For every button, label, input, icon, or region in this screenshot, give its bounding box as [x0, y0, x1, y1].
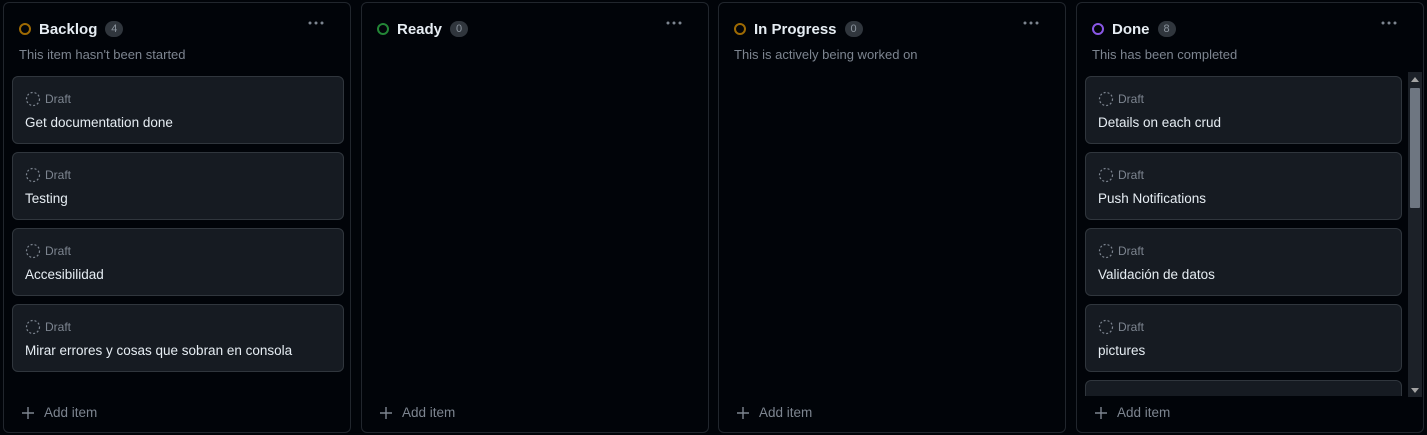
scroll-up-button[interactable]: [1408, 72, 1422, 86]
item-count-badge: 4: [105, 21, 124, 37]
add-item-label: Add item: [402, 405, 456, 420]
item-count-badge: 8: [1157, 21, 1176, 37]
kebab-horizontal-icon: [1381, 21, 1397, 25]
draft-card[interactable]: Draft Push Notifications: [1085, 152, 1402, 220]
draft-card[interactable]: Draft Accesibilidad: [12, 228, 344, 296]
draft-label: Draft: [45, 92, 72, 106]
add-item-button[interactable]: Add item: [21, 405, 97, 420]
card-title[interactable]: Testing: [25, 191, 68, 206]
card-title[interactable]: Validación de datos: [1098, 267, 1215, 282]
status-circle-icon: [734, 23, 746, 35]
add-item-label: Add item: [44, 405, 98, 420]
draft-label: Draft: [1118, 320, 1145, 334]
column-title: Done: [1112, 20, 1150, 38]
triangle-down-icon: [1411, 387, 1419, 393]
issue-draft-icon: [25, 319, 41, 335]
draft-label: Draft: [1118, 168, 1145, 182]
column-options-button[interactable]: [1377, 13, 1401, 33]
draft-label: Draft: [1118, 92, 1145, 106]
kebab-horizontal-icon: [308, 21, 324, 25]
item-count-badge: 0: [450, 21, 469, 37]
draft-card-partial[interactable]: [1085, 380, 1402, 396]
column-ready: Ready 0 Add item: [361, 2, 709, 433]
card-list-scrollbar[interactable]: [1408, 72, 1422, 397]
issue-draft-icon: [1098, 167, 1114, 183]
column-backlog: Backlog 4 This item hasn't been started …: [3, 2, 351, 433]
draft-label: Draft: [45, 244, 72, 258]
column-description: This has been completed: [1092, 47, 1238, 62]
issue-draft-icon: [25, 91, 41, 107]
project-board: Backlog 4 This item hasn't been started …: [0, 0, 1427, 435]
card-title[interactable]: Details on each crud: [1098, 115, 1221, 130]
draft-card[interactable]: Draft Mirar errores y cosas que sobran e…: [12, 304, 344, 372]
issue-draft-icon: [1098, 319, 1114, 335]
scroll-down-button[interactable]: [1408, 383, 1422, 397]
column-title: Ready: [397, 20, 443, 38]
issue-draft-icon: [25, 167, 41, 183]
card-title[interactable]: pictures: [1098, 343, 1145, 358]
card-title[interactable]: Accesibilidad: [25, 267, 104, 282]
status-circle-icon: [377, 23, 389, 35]
triangle-up-icon: [1411, 76, 1419, 82]
add-item-button[interactable]: Add item: [1094, 405, 1170, 420]
column-done: Done 8 This has been completed Draft Det…: [1076, 2, 1424, 433]
column-options-button[interactable]: [304, 13, 328, 33]
plus-icon: [22, 406, 34, 419]
column-header: Backlog 4: [19, 18, 124, 40]
card-list: Draft Get documentation done Draft Testi…: [12, 76, 344, 380]
column-title: Backlog: [39, 20, 98, 38]
column-header: Done 8: [1092, 18, 1176, 40]
draft-card[interactable]: Draft Get documentation done: [12, 76, 344, 144]
column-in-progress: In Progress 0 This is actively being wor…: [718, 2, 1066, 433]
kebab-horizontal-icon: [1023, 21, 1039, 25]
draft-label: Draft: [1118, 244, 1145, 258]
issue-draft-icon: [25, 243, 41, 259]
kebab-horizontal-icon: [666, 21, 682, 25]
add-item-label: Add item: [1117, 405, 1171, 420]
card-title[interactable]: Push Notifications: [1098, 191, 1206, 206]
column-header: In Progress 0: [734, 18, 863, 40]
draft-card[interactable]: Draft Validación de datos: [1085, 228, 1402, 296]
draft-card[interactable]: Draft pictures: [1085, 304, 1402, 372]
add-item-button[interactable]: Add item: [736, 405, 812, 420]
draft-card[interactable]: Draft Testing: [12, 152, 344, 220]
issue-draft-icon: [1098, 243, 1114, 259]
draft-label: Draft: [45, 320, 72, 334]
draft-card[interactable]: Draft Details on each crud: [1085, 76, 1402, 144]
card-list: Draft Details on each crud Draft Push No…: [1085, 76, 1402, 396]
plus-icon: [380, 406, 392, 419]
card-title[interactable]: Mirar errores y cosas que sobran en cons…: [25, 343, 292, 358]
column-description: This item hasn't been started: [19, 47, 186, 62]
scrollbar-thumb[interactable]: [1410, 88, 1420, 208]
item-count-badge: 0: [844, 21, 863, 37]
card-title[interactable]: Get documentation done: [25, 115, 173, 130]
column-description: This is actively being worked on: [734, 47, 918, 62]
draft-label: Draft: [45, 168, 72, 182]
column-title: In Progress: [754, 20, 837, 38]
plus-icon: [1095, 406, 1107, 419]
column-options-button[interactable]: [662, 13, 686, 33]
status-circle-icon: [1092, 23, 1104, 35]
plus-icon: [737, 406, 749, 419]
column-options-button[interactable]: [1019, 13, 1043, 33]
status-circle-icon: [19, 23, 31, 35]
add-item-label: Add item: [759, 405, 813, 420]
add-item-button[interactable]: Add item: [379, 405, 455, 420]
column-header: Ready 0: [377, 18, 469, 40]
issue-draft-icon: [1098, 91, 1114, 107]
